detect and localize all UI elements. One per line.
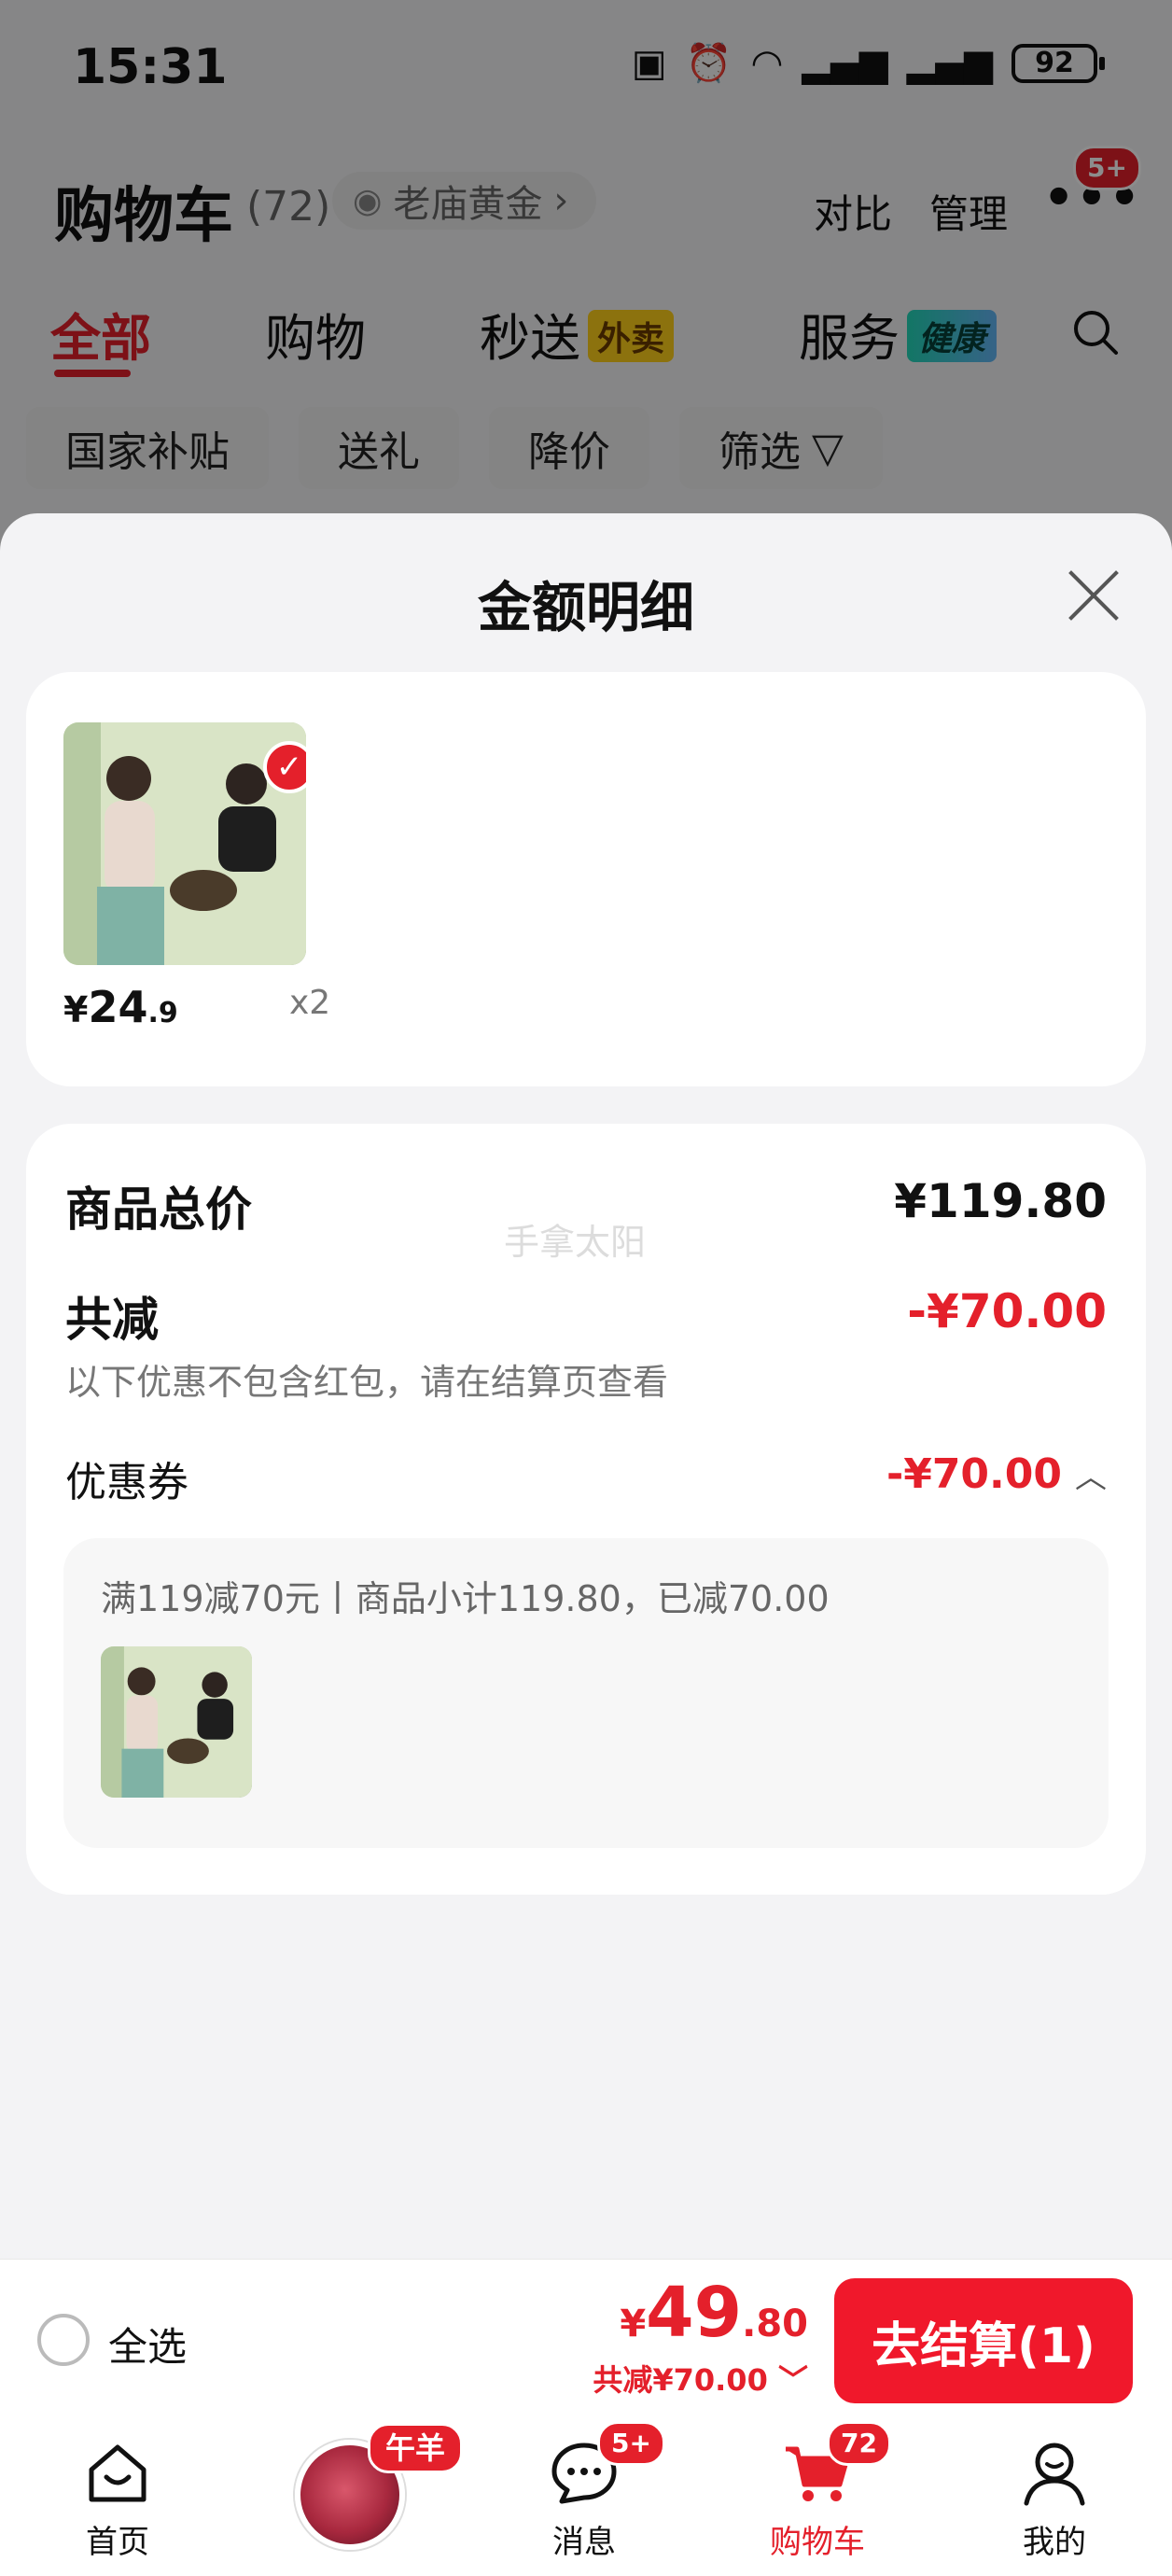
cart-badge: 72	[827, 2421, 891, 2466]
product-price: ¥24.9	[63, 982, 178, 1032]
chevron-up-icon: ︿	[1075, 1459, 1107, 1496]
coupon-detail-box: 满119减70元丨商品小计119.80，已减70.00	[63, 1538, 1109, 1848]
total-decimal: .80	[742, 2303, 808, 2345]
select-all-checkbox[interactable]	[37, 2314, 90, 2366]
coupon-description: 满119减70元丨商品小计119.80，已减70.00	[101, 1578, 830, 1619]
bottom-nav: 首页 消息 购物车 我的	[0, 2417, 1172, 2576]
nav-home-label: 首页	[86, 2524, 149, 2561]
saved-amount: 共减¥70.00	[593, 2362, 768, 2398]
select-all-label[interactable]: 全选	[108, 2316, 187, 2373]
coupon-value: -¥70.00	[886, 1450, 1062, 1498]
total-reduce-value: -¥70.00	[907, 1284, 1107, 1338]
checkout-button[interactable]: 去结算(1)	[834, 2278, 1133, 2403]
product-thumbnail[interactable]: ✓	[63, 722, 306, 965]
nav-profile-label: 我的	[1023, 2524, 1086, 2561]
product-quantity: x2	[289, 984, 331, 1022]
total-amount: ¥49.80	[620, 2273, 808, 2353]
messages-badge: 5+	[597, 2421, 665, 2466]
sheet-title: 金额明细	[477, 576, 694, 639]
discount-note: 以下优惠不包含红包，请在结算页查看	[65, 1362, 669, 1403]
coupon-product-image	[101, 1646, 252, 1798]
nav-cart-label: 购物车	[770, 2524, 865, 2561]
total-price-label: 商品总价	[65, 1183, 252, 1237]
nav-messages-label: 消息	[552, 2524, 616, 2561]
price-decimal: .9	[147, 997, 178, 1029]
chevron-down-icon: ﹀	[777, 2362, 808, 2398]
watermark: 手拿太阳	[504, 1222, 647, 1263]
coupon-product-thumbnail[interactable]	[101, 1646, 252, 1798]
nav-profile[interactable]: 我的	[961, 2436, 1148, 2562]
price-currency: ¥	[63, 989, 89, 1030]
saved-toggle[interactable]: 共减¥70.00 ﹀	[593, 2357, 808, 2400]
price-integer: 24	[88, 982, 148, 1032]
promo-tag: 午羊	[368, 2423, 464, 2473]
summary-card: 手拿太阳 商品总价 ¥119.80 共减 -¥70.00 以下优惠不包含红包，请…	[26, 1124, 1146, 1895]
close-icon[interactable]	[1064, 566, 1123, 625]
amount-detail-sheet: 金额明细 ✓ ¥24.9 x2 手拿太阳 商品总价 ¥119.80 共减 -¥7…	[0, 513, 1172, 2268]
total-price-value: ¥119.80	[894, 1174, 1107, 1228]
coupon-label: 优惠券	[65, 1459, 188, 1506]
items-card: ✓ ¥24.9 x2	[26, 672, 1146, 1086]
coupon-toggle[interactable]: -¥70.00 ︿	[886, 1450, 1107, 1498]
total-integer: 49	[646, 2273, 743, 2353]
total-reduce-label: 共减	[65, 1293, 159, 1347]
home-icon	[89, 2444, 146, 2502]
profile-icon	[1024, 2443, 1085, 2506]
nav-home[interactable]: 首页	[24, 2436, 211, 2562]
checkout-bar: 全选 ¥49.80 共减¥70.00 ﹀ 去结算(1)	[0, 2259, 1172, 2417]
total-currency: ¥	[620, 2303, 647, 2345]
